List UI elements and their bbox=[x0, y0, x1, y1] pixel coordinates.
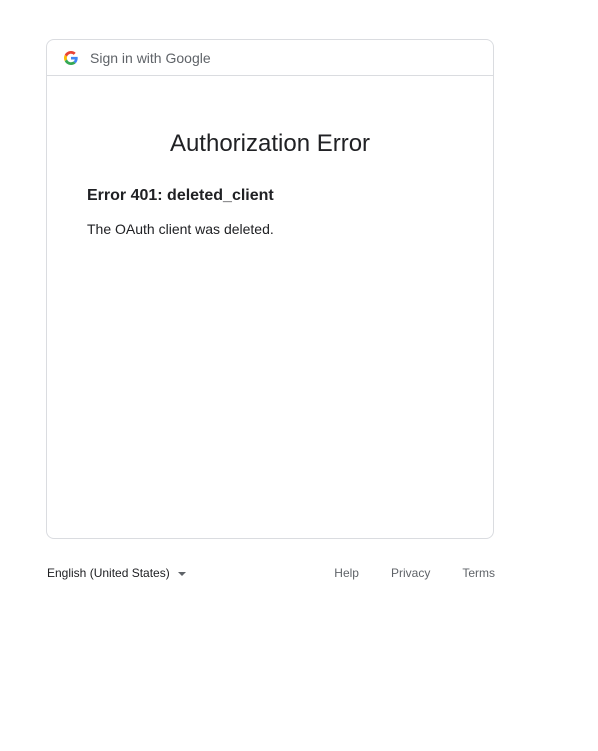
error-code: Error 401: deleted_client bbox=[87, 187, 274, 204]
error-description: The OAuth client was deleted. bbox=[87, 221, 274, 237]
footer-links: Help Privacy Terms bbox=[302, 563, 495, 583]
footer: English (United States) Help Privacy Ter… bbox=[46, 563, 495, 583]
google-logo-icon bbox=[64, 50, 78, 65]
auth-error-card: Sign in with Google Authorization Error … bbox=[46, 39, 494, 539]
language-selector-label: English (United States) bbox=[47, 566, 170, 580]
sign-in-with-google-label: Sign in with Google bbox=[90, 49, 211, 66]
card-header: Sign in with Google bbox=[47, 40, 493, 76]
terms-link[interactable]: Terms bbox=[462, 563, 495, 583]
page-title: Authorization Error bbox=[169, 130, 371, 157]
help-link[interactable]: Help bbox=[334, 563, 359, 583]
privacy-link[interactable]: Privacy bbox=[391, 563, 430, 583]
language-selector[interactable]: English (United States) bbox=[47, 563, 186, 583]
caret-down-icon bbox=[177, 571, 186, 576]
